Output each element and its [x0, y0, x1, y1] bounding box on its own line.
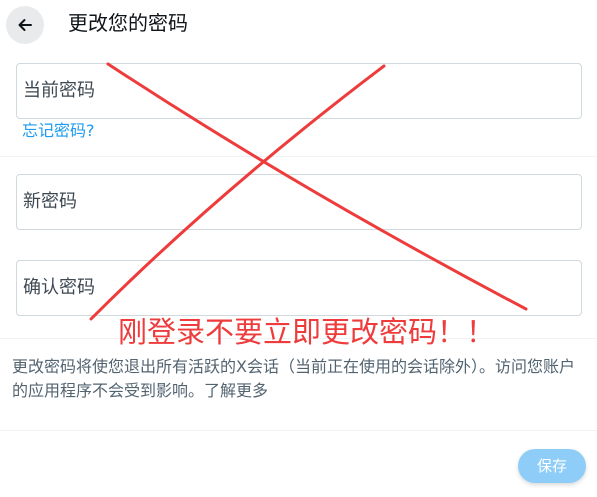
- forgot-password-link[interactable]: 忘记密码?: [22, 119, 95, 143]
- divider: [0, 430, 597, 431]
- divider: [0, 156, 597, 157]
- description-text: 更改密码将使您退出所有活跃的X会话（当前正在使用的会话除外）。访问您账户的应用程…: [12, 357, 575, 400]
- warning-annotation: 刚登录不要立即更改密码！！: [118, 315, 496, 349]
- new-password-label: 新密码: [23, 191, 77, 212]
- arrow-left-icon: [18, 19, 32, 31]
- back-button[interactable]: [6, 6, 44, 44]
- confirm-password-label: 确认密码: [23, 277, 95, 298]
- new-password-field[interactable]: 新密码: [16, 174, 582, 230]
- save-button[interactable]: 保存: [518, 449, 586, 483]
- current-password-label: 当前密码: [23, 80, 95, 101]
- current-password-field[interactable]: 当前密码: [16, 63, 582, 119]
- page-title: 更改您的密码: [68, 11, 188, 35]
- confirm-password-field[interactable]: 确认密码: [16, 260, 582, 316]
